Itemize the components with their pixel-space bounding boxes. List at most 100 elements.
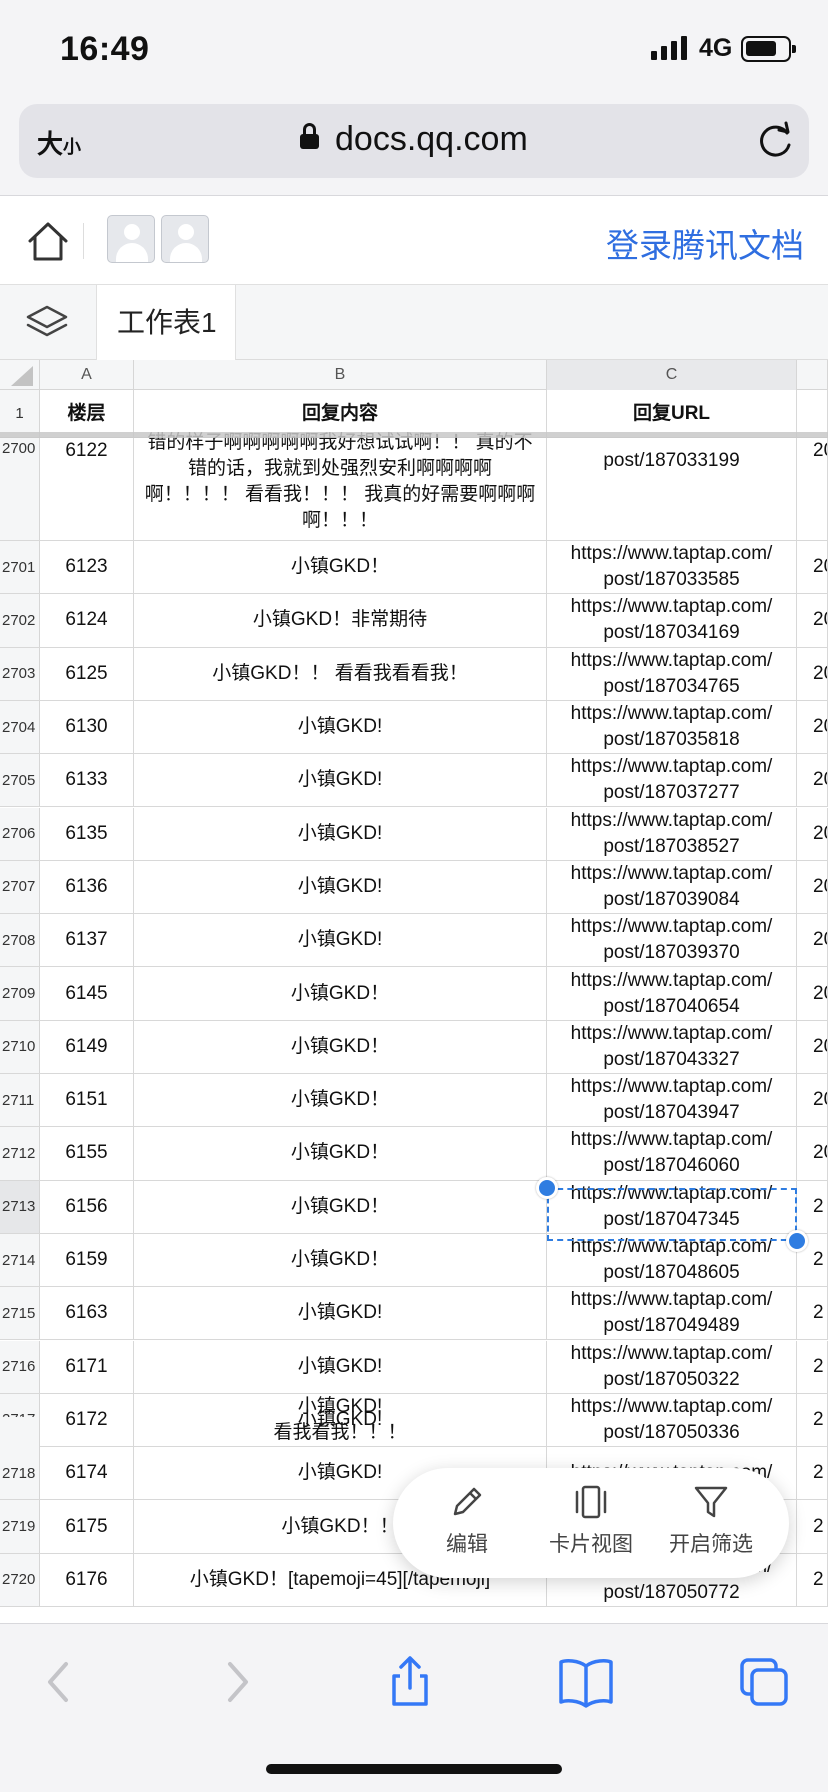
column-header-b[interactable]: B <box>134 360 547 390</box>
cell-d[interactable]: 2 <box>797 1287 828 1340</box>
cell-floor[interactable]: 6175 <box>40 1500 134 1553</box>
cell-floor[interactable]: 6155 <box>40 1127 134 1180</box>
cell-d[interactable]: 2 <box>797 1447 828 1500</box>
row-number[interactable]: 2701 <box>0 541 40 594</box>
cell-url[interactable]: https://www.taptap.com/post/187050322 <box>547 1340 797 1393</box>
edit-button[interactable]: 编辑 <box>407 1482 527 1558</box>
row-number[interactable]: 2715 <box>0 1287 40 1340</box>
row-number[interactable]: 2706 <box>0 807 40 860</box>
row-number[interactable]: 2700 <box>0 438 40 540</box>
cell-url[interactable]: https://www.taptap.com/post/187043327 <box>547 1020 797 1073</box>
reload-icon[interactable] <box>756 121 796 161</box>
row-number[interactable] <box>0 1417 40 1447</box>
cell-content[interactable]: 小镇GKD！ <box>134 1127 547 1180</box>
spreadsheet-grid[interactable]: A B C 1 楼层 回复内容 回复URL 2700 6122 错的样子啊啊啊啊… <box>0 360 828 1623</box>
cell-d[interactable]: 2 <box>797 1180 828 1233</box>
cell-content[interactable]: 小镇GKD！ <box>134 1233 547 1287</box>
row-number[interactable]: 2719 <box>0 1500 40 1553</box>
row-number[interactable]: 2720 <box>0 1553 40 1606</box>
cell-content[interactable]: 小镇GKD！！ 看看我看看我！ <box>134 647 547 700</box>
cell-floor[interactable]: 6130 <box>40 700 134 754</box>
table-row[interactable]: 2703 6125 小镇GKD！！ 看看我看看我！ https://www.tapta… <box>0 647 828 701</box>
column-header-c[interactable]: C <box>547 360 797 390</box>
row-number[interactable]: 2707 <box>0 860 40 914</box>
cell-url[interactable]: https://www.taptap.com/post/187043947 <box>547 1074 797 1127</box>
cell-floor[interactable]: 6163 <box>40 1287 134 1340</box>
cell-d[interactable]: 20 <box>797 754 828 807</box>
cell-content[interactable]: 小镇GKD! <box>134 1287 547 1340</box>
cell-url[interactable]: https://www.taptap.com/post/187046060 <box>547 1127 797 1180</box>
cell-floor[interactable] <box>40 1417 134 1447</box>
cell-url[interactable]: https://www.taptap.com/post/187048605 <box>547 1233 797 1287</box>
cell-content[interactable]: 小镇GKD！ <box>134 1180 547 1233</box>
cell-content[interactable]: 错的样子啊啊啊啊啊我好想试试啊！！ 真的不错的话，我就到处强烈安利啊啊啊啊啊！！… <box>134 432 547 540</box>
cell-url[interactable]: https://www.taptap.com/post/187038527 <box>547 807 797 860</box>
tab-sheet1[interactable]: 工作表1 <box>96 285 236 360</box>
home-icon[interactable] <box>26 219 70 263</box>
cell-url[interactable]: https://www.taptap.com/post/187039084 <box>547 860 797 914</box>
table-row[interactable]: 2701 6123 小镇GKD！ https://www.taptap.com/pos… <box>0 541 828 595</box>
cell-content[interactable]: 小镇GKD！ <box>134 1020 547 1073</box>
cell-d[interactable]: 20 <box>797 967 828 1020</box>
table-row[interactable]: 2707 6136 小镇GKD! https://www.taptap.com/pos… <box>0 860 828 915</box>
cell-url[interactable]: https://www.taptap.com/post/187037277 <box>547 754 797 807</box>
cell-d[interactable]: 2 <box>797 1340 828 1393</box>
cell-floor[interactable]: 6174 <box>40 1447 134 1500</box>
cell-d[interactable]: 20 <box>797 807 828 860</box>
table-row[interactable]: 小镇GKD! <box>0 1407 828 1447</box>
cell-url[interactable]: https://www.taptap.com/post/187049489 <box>547 1287 797 1340</box>
header-cell-url[interactable]: 回复URL <box>547 390 797 437</box>
row-number[interactable]: 2716 <box>0 1340 40 1393</box>
column-header-a[interactable]: A <box>40 360 134 390</box>
selection-handle-end[interactable] <box>786 1230 808 1252</box>
cell-content[interactable]: 小镇GKD! <box>134 807 547 860</box>
avatar[interactable] <box>107 215 155 263</box>
cell-url[interactable] <box>547 1417 797 1447</box>
cell-floor[interactable]: 6156 <box>40 1180 134 1233</box>
column-header-d[interactable] <box>797 360 828 390</box>
cell-content[interactable]: 小镇GKD! <box>134 1407 547 1447</box>
table-row[interactable]: 2710 6149 小镇GKD！ https://www.taptap.com/pos… <box>0 1020 828 1074</box>
cell-floor[interactable]: 6122 <box>40 438 134 540</box>
table-row[interactable]: 2700 6122 错的样子啊啊啊啊啊我好想试试啊！！ 真的不错的话，我就到处强… <box>0 432 828 541</box>
cell-content[interactable]: 小镇GKD！非常期待 <box>134 594 547 647</box>
cell-floor[interactable]: 6149 <box>40 1020 134 1073</box>
text-size-button[interactable]: 大小 <box>37 124 81 161</box>
cell-floor[interactable]: 6171 <box>40 1340 134 1393</box>
cell-d[interactable]: 20 <box>797 1127 828 1180</box>
row-number[interactable]: 2710 <box>0 1020 40 1073</box>
table-row[interactable]: 2709 6145 小镇GKD！ https://www.taptap.com/pos… <box>0 967 828 1021</box>
url-domain[interactable]: docs.qq.com <box>335 120 528 159</box>
table-row[interactable]: 2704 6130 小镇GKD! https://www.taptap.com/pos… <box>0 700 828 755</box>
cell-floor[interactable]: 6176 <box>40 1553 134 1606</box>
cell-floor[interactable]: 6135 <box>40 807 134 860</box>
row-number[interactable]: 2703 <box>0 647 40 700</box>
cell-floor[interactable]: 6145 <box>40 967 134 1020</box>
card-view-button[interactable]: 卡片视图 <box>531 1482 651 1558</box>
table-row[interactable]: 2706 6135 小镇GKD! https://www.taptap.com/pos… <box>0 807 828 861</box>
cell-content[interactable]: 小镇GKD! <box>134 860 547 914</box>
cell-url[interactable]: https://www.taptap.com/post/187035818 <box>547 700 797 754</box>
cell-content[interactable]: 小镇GKD! <box>134 1340 547 1393</box>
row-number[interactable]: 2711 <box>0 1074 40 1127</box>
cell-url[interactable]: https://www.taptap.com/post/187034765 <box>547 647 797 700</box>
cell-content[interactable]: 小镇GKD! <box>134 914 547 967</box>
cell-d[interactable]: 20 <box>797 700 828 754</box>
address-bar[interactable]: 大小 docs.qq.com <box>19 104 809 178</box>
row-number[interactable]: 2705 <box>0 754 40 807</box>
row-number[interactable]: 2704 <box>0 700 40 754</box>
login-link[interactable]: 登录腾讯文档 <box>606 219 804 267</box>
cell-d[interactable]: 20 <box>797 438 828 540</box>
row-number[interactable]: 2713 <box>0 1180 40 1233</box>
row-number[interactable]: 2712 <box>0 1127 40 1180</box>
table-row[interactable]: 2712 6155 小镇GKD！ https://www.taptap.com/pos… <box>0 1127 828 1181</box>
tabs-icon[interactable] <box>734 1652 794 1712</box>
row-number[interactable]: 2702 <box>0 594 40 647</box>
share-icon[interactable] <box>380 1652 440 1712</box>
table-row[interactable]: 2711 6151 小镇GKD！ https://www.taptap.com/pos… <box>0 1074 828 1128</box>
bookmarks-icon[interactable] <box>556 1652 616 1712</box>
table-row[interactable]: 2708 6137 小镇GKD! https://www.taptap.com/pos… <box>0 914 828 968</box>
cell-d[interactable]: 20 <box>797 594 828 647</box>
cell-url[interactable]: post/187033199 <box>547 438 797 540</box>
cell-content[interactable]: 小镇GKD！ <box>134 541 547 594</box>
